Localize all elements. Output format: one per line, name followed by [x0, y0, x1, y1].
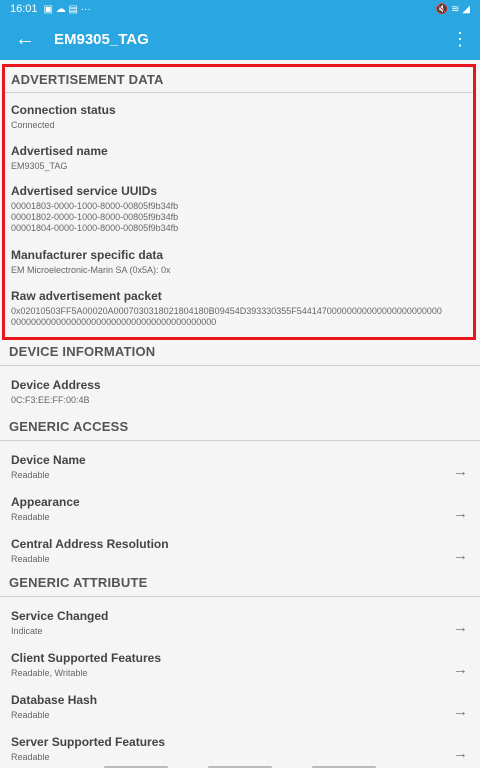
generic-attribute-section: GENERIC ATTRIBUTE Service Changed Indica…	[0, 569, 480, 762]
central-address-resolution-item[interactable]: Central Address Resolution Readable →	[0, 537, 480, 564]
item-title: Service Changed	[11, 609, 109, 623]
device-information-section: DEVICE INFORMATION Device Address 0C:F3:…	[0, 338, 480, 405]
uuid-value: 00001804-0000-1000-8000-00805f9b34fb	[11, 223, 179, 233]
arrow-back-icon[interactable]: ←	[0, 18, 50, 60]
section-header: GENERIC ATTRIBUTE	[0, 569, 480, 597]
item-value: Readable	[11, 470, 50, 480]
item-title: Server Supported Features	[11, 735, 166, 749]
arrow-forward-icon[interactable]: →	[453, 745, 468, 762]
item-title: Client Supported Features	[11, 651, 162, 665]
item-value: Readable	[11, 512, 50, 522]
manufacturer-data-item: Manufacturer specific data EM Microelect…	[5, 248, 171, 275]
uuid-value: 00001803-0000-1000-8000-00805f9b34fb	[11, 201, 179, 211]
generic-access-section: GENERIC ACCESS Device Name Readable → Ap…	[0, 413, 480, 564]
arrow-forward-icon[interactable]: →	[453, 661, 468, 678]
advertised-name-item: Advertised name EM9305_TAG	[5, 144, 108, 171]
item-value: EM Microelectronic-Marin SA (0x5A): 0x	[11, 265, 171, 275]
connection-status-item: Connection status Connected	[5, 103, 116, 130]
section-header: DEVICE INFORMATION	[0, 338, 480, 366]
arrow-forward-icon[interactable]: →	[453, 703, 468, 720]
app-bar: ← EM9305_TAG ⋮	[0, 18, 480, 60]
notification-icons: ▣ ☁ ▤ ···	[43, 3, 91, 15]
item-title: Appearance	[11, 495, 80, 509]
advertised-uuids-item: Advertised service UUIDs 00001803-0000-1…	[5, 184, 178, 233]
item-value: EM9305_TAG	[11, 161, 68, 171]
database-hash-item[interactable]: Database Hash Readable →	[0, 693, 480, 720]
raw-packet-item: Raw advertisement packet 0x02010503FF5A0…	[5, 289, 473, 327]
arrow-forward-icon[interactable]: →	[453, 505, 468, 522]
item-title: Device Name	[11, 453, 86, 467]
arrow-forward-icon[interactable]: →	[453, 619, 468, 636]
device-name-item[interactable]: Device Name Readable →	[0, 453, 480, 480]
item-title: Manufacturer specific data	[11, 248, 164, 262]
item-value: Readable, Writable	[11, 668, 88, 678]
item-title: Advertised name	[11, 144, 108, 158]
appearance-item[interactable]: Appearance Readable →	[0, 495, 480, 522]
item-title: Database Hash	[11, 693, 98, 707]
device-address-item: Device Address 0C:F3:EE:FF:00:4B	[0, 378, 480, 405]
page-title: EM9305_TAG	[54, 30, 149, 48]
item-title: Advertised service UUIDs	[11, 184, 158, 198]
system-icons: 🔇 ≋ ◢	[435, 3, 470, 15]
arrow-forward-icon[interactable]: →	[453, 463, 468, 480]
arrow-forward-icon[interactable]: →	[453, 547, 468, 564]
item-title: Raw advertisement packet	[11, 289, 162, 303]
section-header: ADVERTISEMENT DATA	[5, 67, 473, 93]
client-supported-features-item[interactable]: Client Supported Features Readable, Writ…	[0, 651, 480, 678]
content: ADVERTISEMENT DATA Connection status Con…	[0, 60, 480, 768]
status-time: 16:01	[10, 3, 38, 15]
raw-packet-line: 0000000000000000000000000000000000000000…	[11, 317, 217, 327]
item-title: Central Address Resolution	[11, 537, 169, 551]
item-value: Readable	[11, 710, 50, 720]
raw-packet-line: 0x02010503FF5A00020A0007030318021804180B…	[11, 306, 442, 316]
item-value: Readable	[11, 752, 50, 762]
service-changed-item[interactable]: Service Changed Indicate →	[0, 609, 480, 636]
advertisement-data-section: ADVERTISEMENT DATA Connection status Con…	[2, 64, 476, 340]
uuid-value: 00001802-0000-1000-8000-00805f9b34fb	[11, 212, 179, 222]
more-vert-icon[interactable]: ⋮	[440, 29, 480, 50]
navigation-handle	[0, 762, 480, 768]
item-value: 0C:F3:EE:FF:00:4B	[11, 395, 90, 405]
server-supported-features-item[interactable]: Server Supported Features Readable →	[0, 735, 480, 762]
item-value: Readable	[11, 554, 50, 564]
status-bar: 16:01 ▣ ☁ ▤ ··· 🔇 ≋ ◢	[0, 0, 480, 18]
item-title: Connection status	[11, 103, 116, 117]
item-value: Connected	[11, 120, 55, 130]
item-title: Device Address	[11, 378, 101, 392]
section-header: GENERIC ACCESS	[0, 413, 480, 441]
item-value: Indicate	[11, 626, 43, 636]
